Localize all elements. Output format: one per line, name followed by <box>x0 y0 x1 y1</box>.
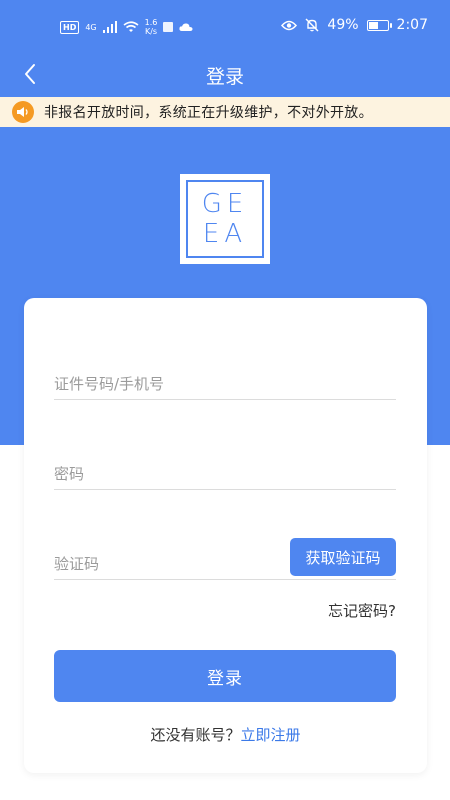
hd-badge: HD <box>60 20 80 34</box>
mute-bell-icon <box>305 18 319 32</box>
page-title: 登录 <box>205 66 244 88</box>
id-field-row <box>54 356 396 400</box>
battery-percent: 49% <box>327 17 359 33</box>
logo-line-1: GE <box>201 189 249 219</box>
network-type: 4G <box>85 22 97 32</box>
wifi-icon <box>123 21 139 32</box>
password-field-row <box>54 446 396 490</box>
status-bar: HD 4G 1.6 K/s 49% 2:07 <box>0 0 450 54</box>
login-card: 获取验证码 忘记密码? 登录 还没有账号？立即注册 <box>24 298 427 773</box>
image-notification-icon <box>163 22 174 32</box>
logo-line-2: EA <box>202 219 248 249</box>
code-field-row: 获取验证码 <box>54 536 396 580</box>
login-button[interactable]: 登录 <box>54 650 396 702</box>
battery-icon <box>366 19 392 31</box>
eye-icon <box>281 20 298 30</box>
status-right: 49% 2:07 <box>281 17 428 33</box>
speaker-icon <box>12 101 34 123</box>
status-left: HD 4G 1.6 K/s <box>60 18 193 36</box>
register-prompt: 还没有账号？ <box>150 726 241 744</box>
register-link[interactable]: 立即注册 <box>241 726 301 744</box>
signal-icon <box>102 21 117 33</box>
logo-frame: GE EA <box>186 180 264 258</box>
network-speed: 1.6 K/s <box>145 18 158 36</box>
cloud-icon <box>179 23 193 31</box>
notice-banner: 非报名开放时间，系统正在升级维护，不对外开放。 <box>0 97 450 127</box>
clock: 2:07 <box>396 17 428 33</box>
get-code-button[interactable]: 获取验证码 <box>290 538 396 576</box>
password-input[interactable] <box>54 465 274 483</box>
nav-bar: 登录 <box>0 54 450 94</box>
forgot-password-link[interactable]: 忘记密码? <box>328 600 396 621</box>
app-logo: GE EA <box>180 174 270 264</box>
speed-unit: K/s <box>144 27 158 36</box>
register-row: 还没有账号？立即注册 <box>24 724 427 745</box>
id-input[interactable] <box>54 375 274 393</box>
notice-text: 非报名开放时间，系统正在升级维护，不对外开放。 <box>44 105 373 121</box>
code-input[interactable] <box>54 555 274 573</box>
speed-value: 1.6 <box>144 18 158 27</box>
